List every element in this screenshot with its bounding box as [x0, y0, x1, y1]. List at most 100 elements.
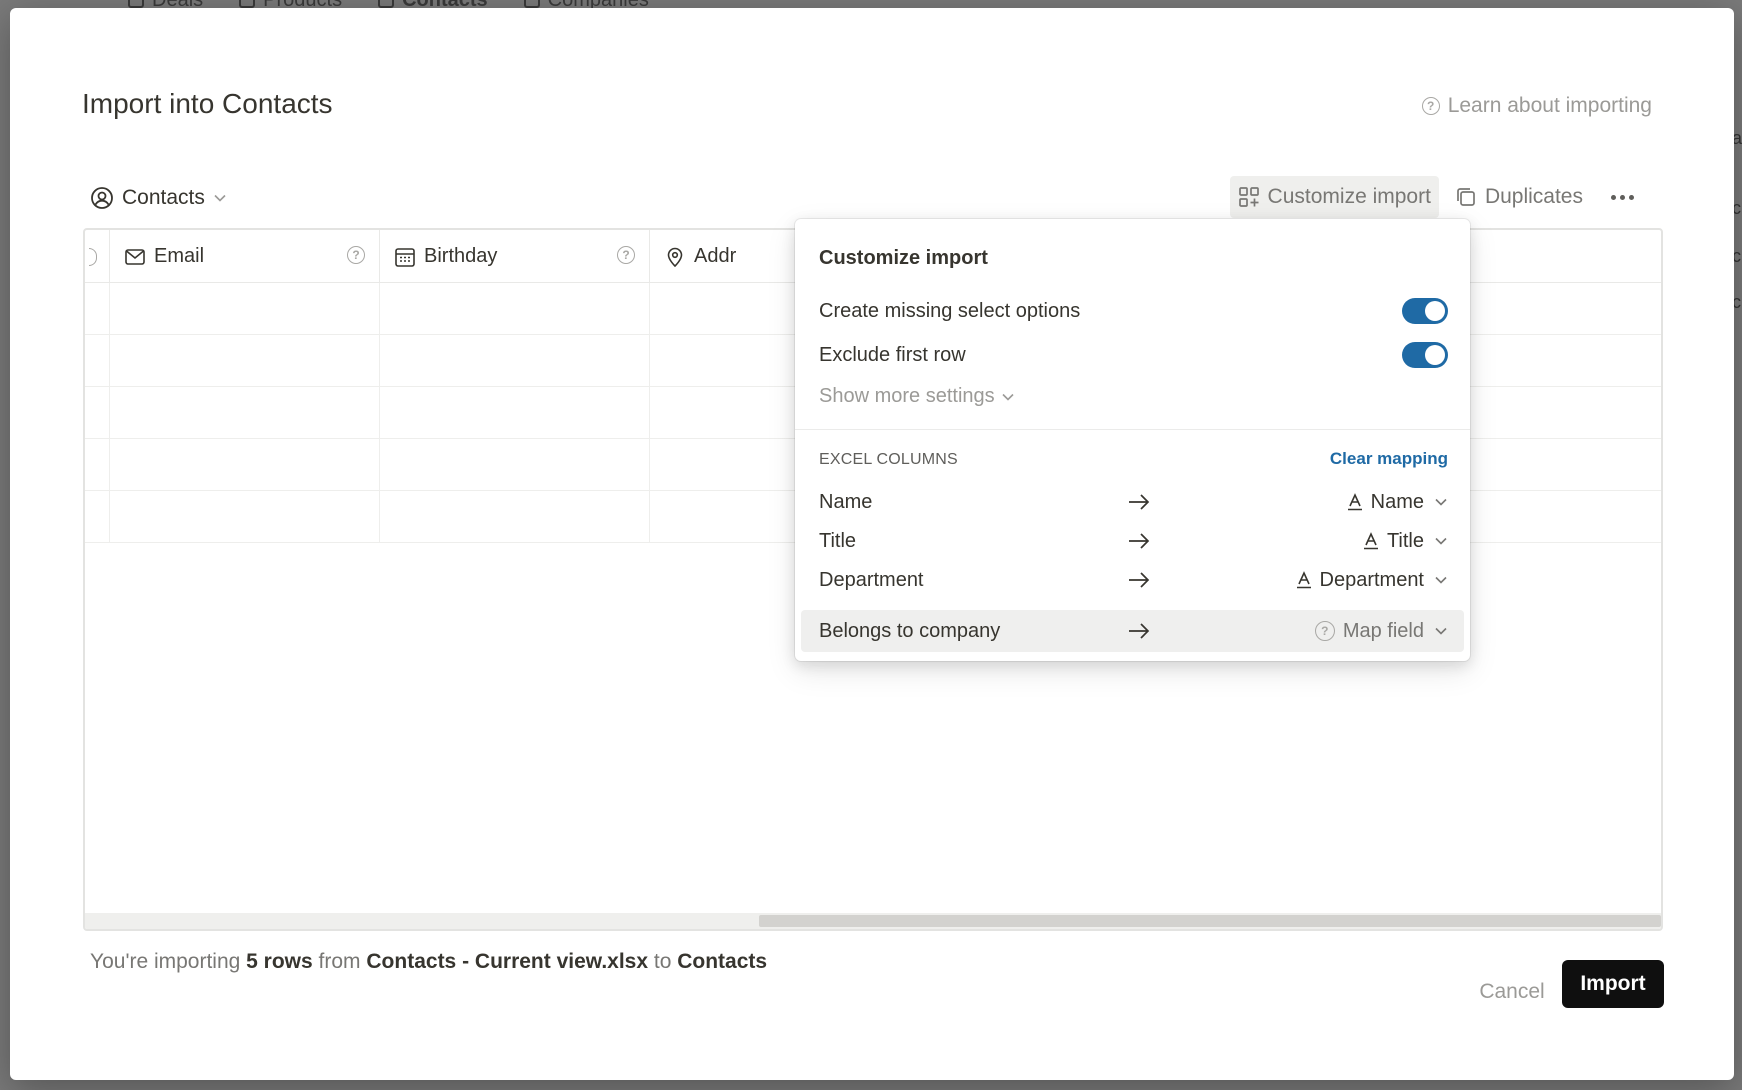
mapping-target-label: Title [1386, 529, 1424, 552]
mapping-source: Department [819, 568, 924, 591]
help-icon [89, 247, 97, 266]
table-cell [110, 491, 380, 543]
dot-icon [1620, 194, 1625, 200]
import-modal: Import into Contacts ? Learn about impor… [10, 8, 1734, 1080]
deals-icon [128, 0, 144, 8]
column-header-empty [1464, 230, 1524, 283]
duplicates-button[interactable]: Duplicates [1447, 176, 1591, 218]
toggle-knob [1425, 301, 1445, 321]
database-picker-label: Contacts [122, 186, 205, 209]
customize-import-button[interactable]: Customize import [1229, 176, 1439, 218]
mapping-row: Title Title [801, 520, 1464, 562]
chevron-down-icon [1434, 624, 1448, 638]
duplicates-label: Duplicates [1484, 185, 1583, 208]
help-icon[interactable]: ? [617, 246, 635, 264]
table-cell [110, 283, 380, 335]
import-summary: You're importing 5 rows from Contacts - … [90, 950, 767, 974]
arrow-right-icon [1127, 530, 1151, 552]
column-label: Birthday [424, 245, 498, 267]
mapping-source: Belongs to company [819, 619, 1001, 642]
mapping-row-highlighted: Belongs to company ? Map field [801, 610, 1464, 652]
popover-title: Customize import [819, 247, 988, 269]
chevron-down-icon [1001, 390, 1015, 404]
scrollbar-thumb[interactable] [759, 915, 1661, 927]
table-cell [110, 387, 380, 439]
chevron-down-icon [213, 191, 227, 205]
column-header-birthday[interactable]: Birthday ? [380, 230, 650, 283]
dot-icon [1629, 194, 1634, 200]
chevron-down-icon [1434, 573, 1448, 587]
mapping-target-label: Department [1319, 568, 1425, 591]
summary-prefix: You're importing [90, 950, 241, 973]
customize-grid-icon [1238, 186, 1260, 208]
column-label: Addr [694, 245, 737, 267]
mail-icon [124, 246, 146, 268]
import-button[interactable]: Import [1562, 960, 1664, 1008]
toolbar-right: Customize import Duplicates [1229, 176, 1646, 218]
copy-icon [1455, 186, 1477, 208]
summary-file-name: Contacts - Current view.xlsx [366, 950, 649, 973]
column-header-partial[interactable] [85, 230, 110, 283]
more-options-button[interactable] [1599, 176, 1646, 218]
mapping-target-dropdown[interactable]: Name [1347, 491, 1448, 514]
dot-icon [1611, 194, 1616, 200]
show-more-settings-button[interactable]: Show more settings [819, 385, 1015, 408]
map-field-dropdown[interactable]: ? Map field [1314, 619, 1448, 643]
text-property-icon [1363, 532, 1379, 550]
mapping-source: Name [819, 490, 873, 513]
help-icon: ? [1421, 97, 1440, 115]
option-exclude-first-row: Exclude first row [819, 340, 1448, 370]
chevron-down-icon [1434, 534, 1448, 548]
summary-to: to [653, 950, 672, 973]
table-cell [380, 439, 650, 491]
mapping-target-dropdown[interactable]: Department [1296, 569, 1449, 592]
location-icon [664, 246, 686, 268]
table-cell [110, 335, 380, 387]
horizontal-scrollbar[interactable] [85, 913, 1661, 929]
create-missing-options-toggle[interactable] [1402, 298, 1448, 324]
arrow-right-icon [1127, 620, 1151, 642]
customize-import-label: Customize import [1267, 185, 1431, 208]
option-label: Create missing select options [819, 299, 1081, 322]
column-header-email[interactable]: Email ? [110, 230, 380, 283]
table-cell [85, 491, 110, 543]
column-label: Email [154, 245, 205, 267]
mapping-target-dropdown[interactable]: Title [1363, 530, 1448, 553]
clear-mapping-button[interactable]: Clear mapping [1330, 449, 1448, 469]
learn-about-importing-link[interactable]: ? Learn about importing [1421, 94, 1652, 118]
table-cell [85, 335, 110, 387]
text-property-icon [1347, 493, 1363, 511]
table-cell [380, 283, 650, 335]
table-cell [380, 387, 650, 439]
table-cell [380, 335, 650, 387]
mapping-target-label: Name [1370, 490, 1424, 513]
more-settings-label: Show more settings [819, 385, 995, 407]
chevron-down-icon [1434, 495, 1448, 509]
option-label: Exclude first row [819, 343, 966, 366]
excel-columns-header: EXCEL COLUMNS [819, 451, 958, 468]
table-cell [85, 439, 110, 491]
cancel-button[interactable]: Cancel [1472, 968, 1552, 1016]
mapping-row: Department Department [801, 559, 1464, 601]
summary-rows: 5 rows [246, 950, 313, 973]
exclude-first-row-toggle[interactable] [1402, 342, 1448, 368]
help-icon[interactable]: ? [347, 246, 365, 264]
database-picker[interactable]: Contacts [90, 186, 227, 210]
mapping-target-label: Map field [1342, 619, 1424, 642]
table-cell [85, 387, 110, 439]
contacts-icon [378, 0, 395, 8]
popover-divider [795, 429, 1470, 430]
summary-from: from [318, 950, 361, 973]
table-cell [110, 439, 380, 491]
contact-person-icon [90, 186, 114, 210]
table-cell [380, 491, 650, 543]
products-icon [239, 0, 256, 8]
learn-link-label: Learn about importing [1447, 94, 1652, 117]
option-create-missing-select: Create missing select options [819, 296, 1448, 326]
summary-target: Contacts [677, 950, 768, 973]
mapping-source: Title [819, 529, 857, 552]
arrow-right-icon [1127, 491, 1151, 513]
table-cell [85, 283, 110, 335]
customize-import-popover: Customize import Create missing select o… [795, 219, 1470, 661]
text-property-icon [1296, 571, 1312, 589]
